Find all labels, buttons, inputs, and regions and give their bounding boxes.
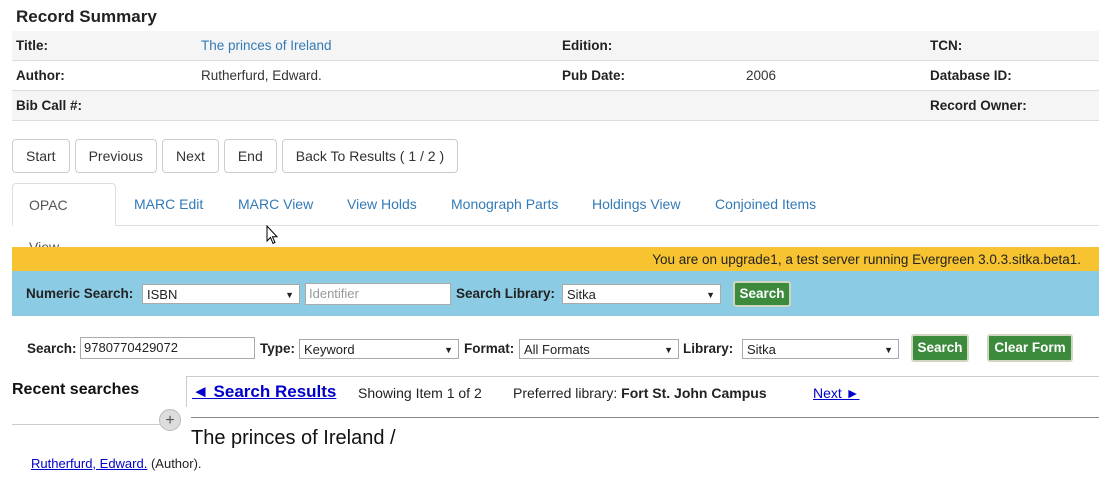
library-select[interactable]: Sitka ▼: [742, 339, 899, 359]
tab-opac-view[interactable]: OPAC View: [12, 183, 116, 255]
record-tabs: OPAC View MARC Edit MARC View View Holds…: [12, 183, 1099, 255]
numeric-type-select[interactable]: ISBN ▼: [142, 284, 300, 304]
tab-view-holds[interactable]: View Holds: [331, 183, 433, 225]
tab-marc-view[interactable]: MARC View: [222, 183, 329, 225]
back-to-results-button[interactable]: Back To Results ( 1 / 2 ): [281, 139, 459, 173]
numeric-search-bar: Numeric Search: ISBN ▼ Identifier Search…: [12, 271, 1099, 316]
library-label: Library:: [683, 341, 734, 356]
format-value: All Formats: [524, 342, 590, 357]
preferred-library-value: Fort St. John Campus: [621, 385, 767, 401]
end-button[interactable]: End: [223, 139, 277, 173]
numeric-search-label: Numeric Search:: [26, 286, 134, 301]
search-library-label: Search Library:: [456, 286, 556, 301]
preferred-library-label: Preferred library:: [513, 385, 618, 401]
summary-row-author: Author: Rutherfurd, Edward. Pub Date: 20…: [12, 61, 1099, 91]
summary-row-callnumber: Bib Call #: Record Owner:: [12, 91, 1099, 121]
tab-holdings-view[interactable]: Holdings View: [576, 183, 696, 225]
author-role: (Author).: [150, 456, 202, 471]
author-value: Rutherfurd, Edward.: [201, 68, 322, 83]
pub-date-label: Pub Date:: [562, 68, 626, 83]
tab-marc-edit[interactable]: MARC Edit: [118, 183, 219, 225]
title-label: Title:: [16, 38, 49, 53]
pub-date-value: 2006: [746, 68, 777, 83]
numeric-search-button[interactable]: Search: [733, 281, 791, 307]
chevron-down-icon: ▼: [444, 345, 453, 355]
identifier-input[interactable]: Identifier: [305, 283, 451, 305]
search-library-value: Sitka: [567, 287, 596, 302]
chevron-down-icon: ▼: [285, 290, 294, 300]
search-button[interactable]: Search: [911, 334, 969, 362]
tab-monograph-parts[interactable]: Monograph Parts: [435, 183, 574, 225]
record-pager: Start Previous Next End Back To Results …: [12, 139, 459, 173]
type-label: Type:: [260, 341, 296, 356]
chevron-down-icon: ▼: [664, 345, 673, 355]
author-label: Author:: [16, 68, 65, 83]
record-summary-table: Title: The princes of Ireland Edition: T…: [12, 31, 1099, 121]
numeric-type-value: ISBN: [147, 287, 178, 302]
results-divider: [191, 417, 1099, 418]
chevron-down-icon: ▼: [706, 290, 715, 300]
format-select[interactable]: All Formats ▼: [519, 339, 679, 359]
tcn-label: TCN:: [930, 38, 963, 53]
type-select[interactable]: Keyword ▼: [299, 339, 459, 359]
previous-button[interactable]: Previous: [74, 139, 158, 173]
search-library-select[interactable]: Sitka ▼: [562, 284, 721, 304]
recent-searches-divider: [12, 424, 174, 425]
next-result-link[interactable]: Next ►: [813, 385, 860, 401]
title-value[interactable]: The princes of Ireland: [201, 38, 332, 53]
record-author-line: Rutherfurd, Edward. (Author).: [31, 456, 202, 471]
tab-conjoined-items[interactable]: Conjoined Items: [699, 183, 832, 225]
start-button[interactable]: Start: [12, 139, 70, 173]
library-value: Sitka: [747, 342, 776, 357]
database-id-label: Database ID:: [930, 68, 1012, 83]
record-summary-heading: Record Summary: [16, 7, 157, 26]
chevron-down-icon: ▼: [884, 345, 893, 355]
expand-plus-icon[interactable]: +: [159, 409, 181, 431]
bib-call-label: Bib Call #:: [16, 98, 83, 113]
preferred-library: Preferred library: Fort St. John Campus: [513, 385, 767, 401]
type-value: Keyword: [304, 342, 355, 357]
test-server-banner: You are on upgrade1, a test server runni…: [12, 247, 1099, 271]
search-label: Search:: [27, 341, 77, 356]
search-results-link[interactable]: ◄ Search Results: [192, 382, 336, 402]
author-link[interactable]: Rutherfurd, Edward.: [31, 456, 147, 471]
record-title: The princes of Ireland /: [191, 427, 396, 449]
summary-row-title: Title: The princes of Ireland Edition: T…: [12, 31, 1099, 61]
format-label: Format:: [464, 341, 515, 356]
mouse-cursor-icon: [266, 225, 279, 245]
next-button[interactable]: Next: [162, 139, 219, 173]
recent-searches-heading: Recent searches: [12, 381, 140, 398]
search-input[interactable]: 9780770429072: [80, 337, 255, 359]
clear-form-button[interactable]: Clear Form: [987, 334, 1073, 362]
record-owner-label: Record Owner:: [930, 98, 1027, 113]
showing-item-text: Showing Item 1 of 2: [358, 385, 482, 401]
sidebar-divider: [186, 377, 187, 407]
edition-label: Edition:: [562, 38, 613, 53]
results-divider-top: [186, 376, 1099, 377]
